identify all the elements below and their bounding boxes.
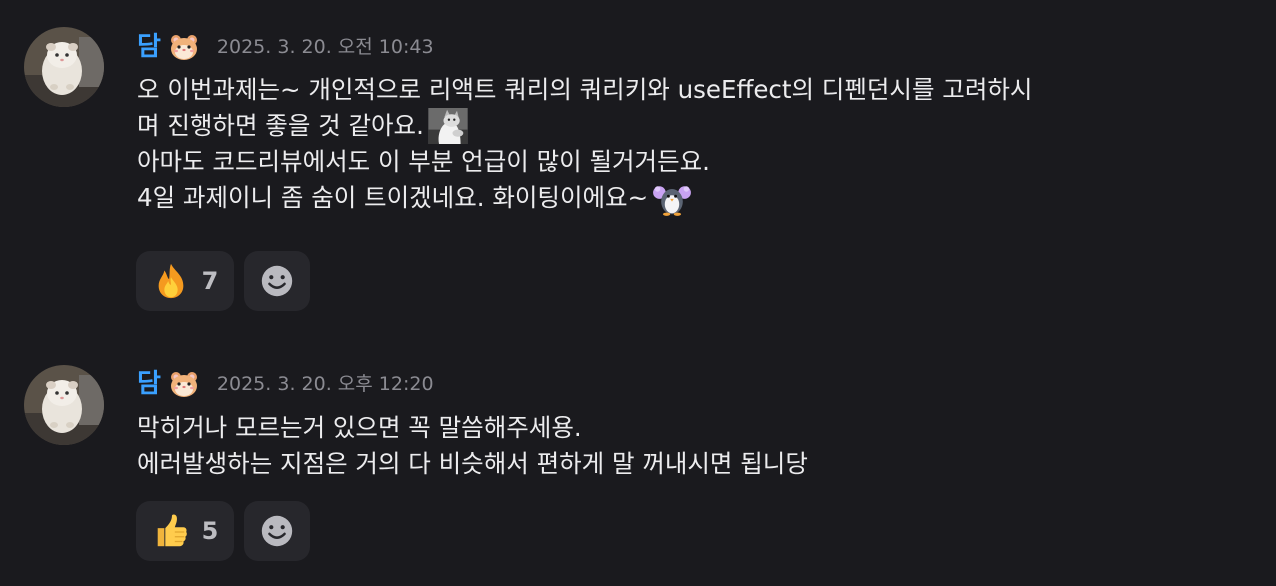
add-reaction-button[interactable] [244, 251, 310, 311]
message-line: 막히거나 모르는거 있으면 꼭 말씀해주세용. [137, 413, 582, 442]
message-line: 오 이번과제는~ 개인적으로 리액트 쿼리의 쿼리키와 useEffect의 디… [137, 75, 1033, 104]
message-body: 오 이번과제는~ 개인적으로 리액트 쿼리의 쿼리키와 useEffect의 디… [137, 72, 1237, 216]
hamster-icon [169, 370, 199, 398]
smiley-add-icon [258, 512, 296, 550]
smiley-add-icon [258, 262, 296, 300]
timestamp: 2025. 3. 20. 오전 10:43 [216, 36, 434, 58]
hamster-icon [169, 33, 199, 61]
reaction-bar: 7 [136, 251, 310, 311]
message-line: 며 진행하면 좋을 것 같아요. [137, 108, 1237, 144]
message-line: 4일 과제이니 좀 숨이 트이겠네요. 화이팅이에요~ [137, 180, 1237, 216]
message-line: 에러발생하는 지점은 거의 다 비슷해서 편하게 말 꺼내시면 됩니당 [137, 449, 808, 478]
thumbs-up-reaction-button[interactable]: 5 [136, 501, 234, 561]
add-reaction-button[interactable] [244, 501, 310, 561]
fire-icon [152, 262, 190, 300]
reaction-count: 7 [201, 267, 219, 295]
message-header: 담 2025. 3. 20. 오전 10:43 [137, 30, 434, 64]
avatar[interactable] [24, 27, 104, 107]
timestamp: 2025. 3. 20. 오후 12:20 [216, 373, 434, 395]
message-body: 막히거나 모르는거 있으면 꼭 말씀해주세용. 에러발생하는 지점은 거의 다 … [137, 410, 1237, 482]
fire-reaction-button[interactable]: 7 [136, 251, 234, 311]
reaction-count: 5 [201, 517, 219, 545]
username[interactable]: 담 [137, 30, 161, 64]
message-header: 담 2025. 3. 20. 오후 12:20 [137, 367, 434, 401]
message-line: 아마도 코드리뷰에서도 이 부분 언급이 많이 될거거든요. [137, 147, 710, 176]
cheering-penguin-emoji-icon [652, 180, 692, 216]
reaction-bar: 5 [136, 501, 310, 561]
cat-emoji-icon [428, 108, 468, 144]
thumbs-up-icon [152, 512, 190, 550]
username[interactable]: 담 [137, 367, 161, 401]
avatar[interactable] [24, 365, 104, 445]
